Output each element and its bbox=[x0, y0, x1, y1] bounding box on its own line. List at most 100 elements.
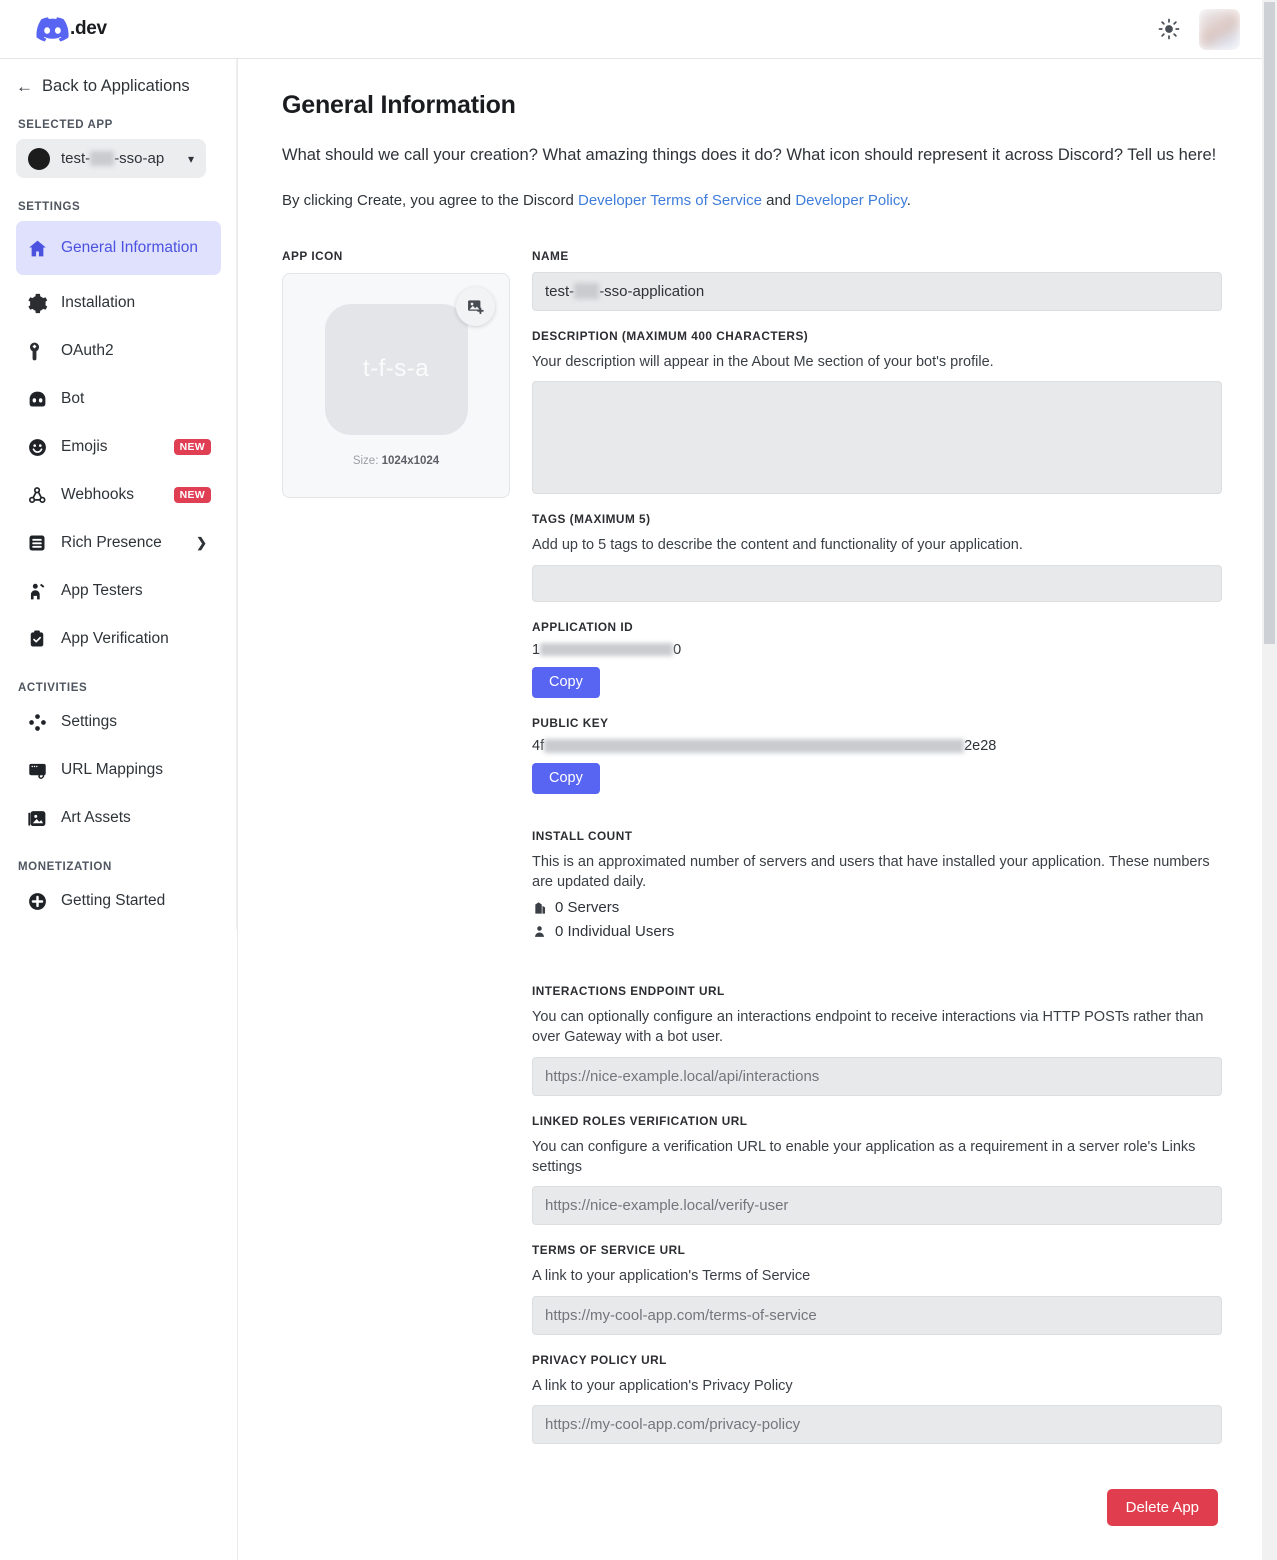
brand[interactable]: .dev bbox=[36, 16, 107, 42]
copy-application-id-button[interactable]: Copy bbox=[532, 666, 600, 698]
sidebar-group-heading-activities: ACTIVITIES bbox=[18, 682, 88, 694]
sidebar-item-oauth2[interactable]: OAuth2 bbox=[16, 331, 221, 371]
public-key-block: PUBLIC KEY 4f 2e28 Copy bbox=[532, 716, 1222, 794]
sidebar-item-emojis[interactable]: Emojis NEW bbox=[16, 427, 221, 467]
sidebar-item-label: Getting Started bbox=[61, 892, 166, 909]
sidebar-item-installation[interactable]: Installation bbox=[16, 283, 221, 323]
sidebar-item-app-verification[interactable]: App Verification bbox=[16, 619, 221, 659]
dpad-icon bbox=[26, 711, 48, 733]
tags-input[interactable] bbox=[532, 564, 1222, 602]
app-name-suffix: -sso-ap bbox=[114, 150, 165, 167]
app-icon-initials: t-f-s-a bbox=[362, 355, 430, 383]
app-icon-section: APP ICON t-f-s-a Size: 1024x1024 bbox=[282, 249, 510, 1526]
servers-count-row: 0 Servers bbox=[532, 899, 1222, 916]
selected-app-name: test- -sso-ap bbox=[61, 150, 164, 167]
linked-roles-label: LINKED ROLES VERIFICATION URL bbox=[532, 1113, 748, 1128]
sidebar-item-label: Bot bbox=[61, 390, 85, 407]
sidebar-group-heading-monetization: MONETIZATION bbox=[18, 861, 112, 873]
users-count-row: 0 Individual Users bbox=[532, 923, 1222, 940]
redacted-name-part bbox=[574, 283, 600, 300]
sidebar-item-label: Art Assets bbox=[61, 809, 131, 826]
tags-label: TAGS (MAXIMUM 5) bbox=[532, 512, 651, 527]
name-input[interactable]: test- -sso-application bbox=[532, 271, 1222, 311]
interactions-endpoint-input[interactable]: https://nice-example.local/api/interacti… bbox=[532, 1056, 1222, 1096]
app-icon-label: APP ICON bbox=[282, 248, 343, 263]
delete-app-row: Delete App bbox=[532, 1488, 1222, 1526]
theme-toggle-button[interactable] bbox=[1156, 16, 1182, 42]
description-textarea[interactable] bbox=[532, 381, 1222, 495]
app-icon-size: Size: 1024x1024 bbox=[353, 455, 439, 467]
app-icon-box[interactable]: t-f-s-a Size: 1024x1024 bbox=[282, 272, 510, 498]
top-bar: .dev bbox=[0, 0, 1262, 59]
developer-terms-of-service-link[interactable]: Developer Terms of Service bbox=[578, 192, 762, 209]
sidebar-item-app-testers[interactable]: App Testers bbox=[16, 571, 221, 611]
person-raising-hand-icon bbox=[26, 580, 48, 602]
webhook-icon bbox=[26, 484, 48, 506]
upload-app-icon-button[interactable] bbox=[455, 286, 495, 326]
back-label: Back to Applications bbox=[42, 77, 190, 95]
bot-icon bbox=[26, 388, 48, 410]
privacy-policy-block: PRIVACY POLICY URL A link to your applic… bbox=[532, 1353, 1222, 1444]
back-to-applications-link[interactable]: ← Back to Applications bbox=[16, 77, 221, 96]
sidebar-group-heading-settings: SETTINGS bbox=[18, 201, 81, 213]
chevron-down-icon: ▾ bbox=[187, 151, 194, 166]
selected-app-dropdown[interactable]: test- -sso-ap ▾ bbox=[16, 139, 206, 178]
status-badge-new: NEW bbox=[173, 439, 211, 455]
list-card-icon bbox=[26, 532, 48, 554]
chevron-right-icon: ❯ bbox=[196, 535, 207, 550]
browser-link-icon bbox=[26, 759, 48, 781]
description-help: Your description will appear in the Abou… bbox=[532, 353, 994, 370]
application-id-suffix: 0 bbox=[673, 641, 682, 658]
sidebar-item-general-information[interactable]: General Information bbox=[16, 221, 221, 275]
fields-column: NAME test- -sso-application DESCRIPTION (… bbox=[532, 249, 1222, 1526]
sidebar-item-settings[interactable]: Settings bbox=[16, 702, 221, 742]
sidebar: ← Back to Applications SELECTED APP test… bbox=[0, 59, 238, 1560]
interactions-endpoint-block: INTERACTIONS ENDPOINT URL You can option… bbox=[532, 984, 1222, 1096]
application-id-value: 10 bbox=[532, 642, 1222, 658]
brand-suffix: .dev bbox=[70, 18, 107, 39]
avatar[interactable] bbox=[1199, 8, 1240, 50]
terms-of-service-label: TERMS OF SERVICE URL bbox=[532, 1243, 686, 1258]
sidebar-item-rich-presence[interactable]: Rich Presence ❯ bbox=[16, 523, 221, 563]
smiley-icon bbox=[26, 436, 48, 458]
page-scrollbar-thumb[interactable] bbox=[1264, 2, 1275, 644]
sidebar-item-url-mappings[interactable]: URL Mappings bbox=[16, 750, 221, 790]
app-name-prefix: test- bbox=[61, 150, 91, 167]
sidebar-item-label: OAuth2 bbox=[61, 342, 114, 359]
public-key-value: 4f 2e28 bbox=[532, 738, 1222, 754]
name-value-prefix: test- bbox=[545, 282, 575, 300]
name-field-block: NAME test- -sso-application bbox=[532, 249, 1222, 311]
linked-roles-help: You can configure a verification URL to … bbox=[532, 1138, 1196, 1175]
servers-count: 0 Servers bbox=[555, 899, 620, 917]
app-icon-preview: t-f-s-a bbox=[324, 286, 495, 435]
public-key-prefix: 4f bbox=[532, 737, 545, 754]
privacy-policy-label: PRIVACY POLICY URL bbox=[532, 1352, 667, 1367]
delete-app-button[interactable]: Delete App bbox=[1106, 1488, 1218, 1526]
redacted-application-id bbox=[540, 643, 674, 657]
copy-public-key-button[interactable]: Copy bbox=[532, 762, 600, 794]
tags-help: Add up to 5 tags to describe the content… bbox=[532, 537, 1023, 554]
app-icon-size-value: 1024x1024 bbox=[381, 454, 440, 467]
sidebar-item-bot[interactable]: Bot bbox=[16, 379, 221, 419]
general-information-form: APP ICON t-f-s-a Size: 1024x1024 NAME te… bbox=[282, 249, 1222, 1526]
sidebar-item-art-assets[interactable]: Art Assets bbox=[16, 798, 221, 838]
person-icon bbox=[532, 924, 547, 939]
linked-roles-input[interactable]: https://nice-example.local/verify-user bbox=[532, 1186, 1222, 1226]
app-icon-size-label: Size: bbox=[352, 454, 379, 467]
discord-logo-icon bbox=[36, 16, 69, 42]
name-label: NAME bbox=[532, 248, 569, 263]
developer-policy-link[interactable]: Developer Policy bbox=[795, 192, 906, 209]
interactions-endpoint-label: INTERACTIONS ENDPOINT URL bbox=[532, 984, 725, 999]
wrench-icon bbox=[26, 340, 48, 362]
privacy-policy-input[interactable]: https://my-cool-app.com/privacy-policy bbox=[532, 1404, 1222, 1444]
sidebar-item-webhooks[interactable]: Webhooks NEW bbox=[16, 475, 221, 515]
page-intro: What should we call your creation? What … bbox=[282, 146, 1217, 164]
users-count: 0 Individual Users bbox=[555, 923, 675, 941]
sidebar-item-getting-started[interactable]: Getting Started bbox=[16, 881, 221, 921]
terms-prefix: By clicking Create, you agree to the Dis… bbox=[282, 191, 578, 209]
clipboard-check-icon bbox=[26, 628, 48, 650]
sidebar-item-label: Rich Presence bbox=[61, 534, 162, 551]
terms-of-service-input[interactable]: https://my-cool-app.com/terms-of-service bbox=[532, 1295, 1222, 1335]
terms-middle: and bbox=[761, 191, 796, 209]
arrow-left-icon: ← bbox=[16, 77, 33, 96]
